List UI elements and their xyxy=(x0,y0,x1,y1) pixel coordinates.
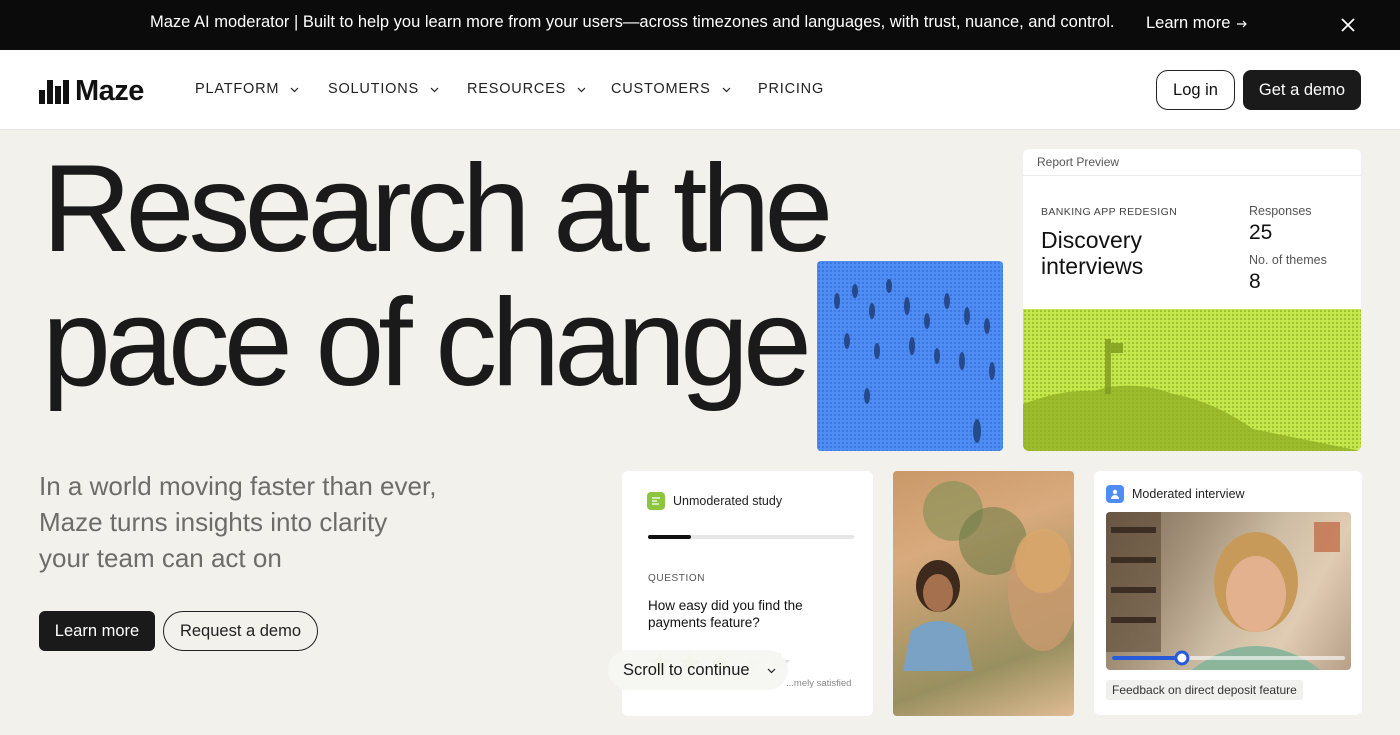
maze-logo[interactable]: Maze xyxy=(39,75,144,108)
hero-headline-line: pace of change xyxy=(42,274,812,412)
responses-value: 25 xyxy=(1249,221,1273,244)
learn-more-button[interactable]: Learn more xyxy=(39,611,155,651)
question-label: QUESTION xyxy=(648,573,706,584)
report-preview-header: Report Preview xyxy=(1023,149,1361,176)
hero-subtext-line: your team can act on xyxy=(39,543,282,573)
announcement-bar: Maze AI moderator | Built to help you le… xyxy=(0,0,1400,50)
announcement-learn-more-link[interactable]: Learn more xyxy=(1146,14,1248,33)
nav-item-solutions[interactable]: SOLUTIONS xyxy=(328,81,440,97)
nav-item-label: SOLUTIONS xyxy=(328,81,419,97)
participant-photo xyxy=(893,471,1074,716)
report-title: Discovery interviews xyxy=(1041,227,1143,279)
hero-headline: Research at the pace of change xyxy=(42,140,833,412)
request-demo-button[interactable]: Request a demo xyxy=(163,611,318,651)
nav-item-pricing[interactable]: PRICING xyxy=(758,81,824,97)
nav-item-resources[interactable]: RESOURCES xyxy=(467,81,587,97)
interview-video[interactable] xyxy=(1106,512,1351,670)
user-icon xyxy=(1106,485,1124,503)
nav-item-label: RESOURCES xyxy=(467,81,567,97)
announcement-learn-more-label: Learn more xyxy=(1146,14,1231,32)
study-header: Unmoderated study xyxy=(647,492,782,510)
question-text: How easy did you find the payments featu… xyxy=(648,598,803,630)
login-button[interactable]: Log in xyxy=(1156,70,1235,110)
close-icon[interactable] xyxy=(1338,15,1358,35)
chevron-down-icon xyxy=(577,87,586,92)
maze-logo-mark-icon xyxy=(39,79,69,104)
nav-item-label: PLATFORM xyxy=(195,81,280,97)
main-nav: Maze PLATFORM SOLUTIONS RESOURCES CUSTOM… xyxy=(0,50,1400,130)
rating-scale-label: ...mely satisfied xyxy=(786,678,852,689)
hero-headline-line: Research at the xyxy=(42,140,833,278)
chevron-down-icon xyxy=(430,87,439,92)
crowd-silhouettes-illustration xyxy=(817,261,1003,451)
study-progress-fill xyxy=(648,535,692,539)
themes-value: 8 xyxy=(1249,270,1261,293)
arrow-right-icon xyxy=(1237,20,1248,27)
video-frame-illustration xyxy=(1106,512,1345,670)
chevron-down-icon xyxy=(290,87,299,92)
report-cover-image xyxy=(1023,309,1361,451)
hero-subtext-line: Maze turns insights into clarity xyxy=(39,507,388,537)
get-demo-button[interactable]: Get a demo xyxy=(1243,70,1361,110)
chevron-down-icon xyxy=(767,668,776,673)
hero-subtext-line: In a world moving faster than ever, xyxy=(39,471,437,501)
report-preview-card: Report Preview BANKING APP REDESIGN Disc… xyxy=(1023,149,1361,451)
crowd-image xyxy=(817,261,1003,451)
scroll-to-continue-button[interactable]: Scroll to continue xyxy=(608,650,788,690)
responses-label: Responses xyxy=(1249,204,1312,218)
moderated-interview-card: Moderated interview Feedback on direct d… xyxy=(1094,471,1362,715)
landscape-illustration xyxy=(1023,339,1361,451)
interview-title: Moderated interview xyxy=(1132,487,1245,501)
report-title-line: Discovery xyxy=(1041,227,1142,253)
study-progress-bar xyxy=(648,535,854,539)
participant-portrait-illustration xyxy=(893,471,1074,716)
report-eyebrow: BANKING APP REDESIGN xyxy=(1041,206,1178,218)
study-icon xyxy=(647,492,665,510)
announcement-message: Maze AI moderator | Built to help you le… xyxy=(150,13,1115,31)
nav-item-customers[interactable]: CUSTOMERS xyxy=(611,81,732,97)
nav-item-platform[interactable]: PLATFORM xyxy=(195,81,300,97)
hero-subtext: In a world moving faster than ever, Maze… xyxy=(39,468,469,576)
interview-caption: Feedback on direct deposit feature xyxy=(1106,680,1303,700)
nav-item-label: CUSTOMERS xyxy=(611,81,711,97)
study-title: Unmoderated study xyxy=(673,494,783,508)
scroll-label: Scroll to continue xyxy=(623,660,750,679)
report-title-line: interviews xyxy=(1041,253,1144,279)
interview-header: Moderated interview xyxy=(1106,485,1245,503)
nav-item-label: PRICING xyxy=(758,81,825,97)
chevron-down-icon xyxy=(722,87,731,92)
logo-text: Maze xyxy=(75,75,144,107)
themes-label: No. of themes xyxy=(1249,253,1327,267)
